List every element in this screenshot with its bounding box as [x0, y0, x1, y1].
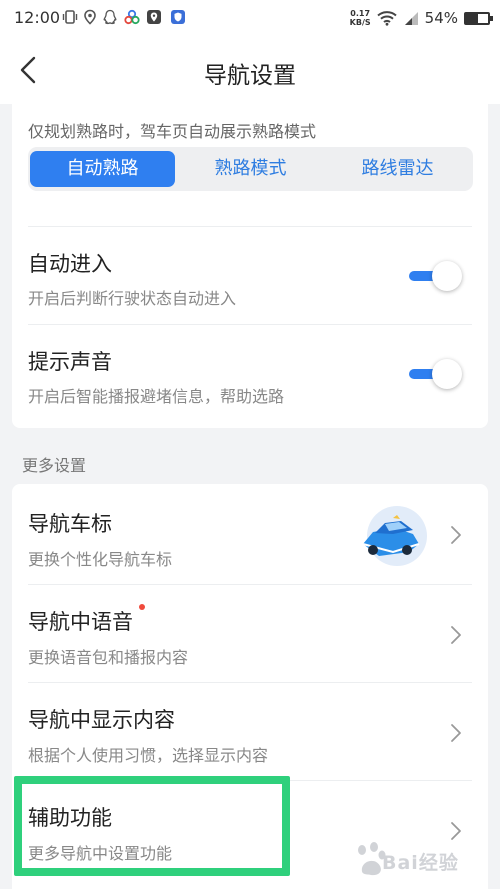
route-settings-card: 仅规划熟路时，驾车页自动展示熟路模式 自动熟路 熟路模式 路线雷达 自动进入 开… [12, 104, 488, 428]
route-mode-hint: 仅规划熟路时，驾车页自动展示熟路模式 [28, 122, 317, 141]
wifi-icon [376, 11, 397, 26]
divider [28, 682, 472, 683]
new-badge [139, 604, 145, 610]
row-subtitle: 更多导航中设置功能 [28, 844, 173, 863]
seg-familiar-mode[interactable]: 熟路模式 [178, 151, 323, 187]
cloud-icon [124, 9, 140, 25]
row-subtitle: 更换语音包和播报内容 [28, 648, 189, 667]
divider [28, 780, 472, 781]
watermark-text: Bai经验 [382, 852, 459, 874]
status-bar: 12:00 0.17 KB/S 54% [0, 0, 500, 36]
route-mode-selector: 自动熟路 熟路模式 路线雷达 [28, 147, 473, 191]
divider [28, 584, 472, 585]
toggle-knob [432, 261, 462, 291]
signal-icon [404, 12, 418, 25]
chevron-right-icon [451, 526, 461, 544]
section-label-more: 更多设置 [22, 456, 87, 475]
divider [28, 324, 472, 325]
chevron-right-icon [451, 626, 461, 644]
row-title: 辅助功能 [28, 806, 112, 830]
row-subtitle: 开启后判断行驶状态自动进入 [28, 289, 237, 308]
row-subtitle: 根据个人使用习惯，选择显示内容 [28, 746, 269, 765]
net-speed-unit: KB/S [349, 18, 371, 27]
seg-route-radar[interactable]: 路线雷达 [325, 151, 470, 187]
row-subtitle: 开启后智能播报避堵信息，帮助选路 [28, 387, 285, 406]
shield-icon [171, 10, 185, 24]
location-icon [84, 9, 96, 25]
row-title: 自动进入 [28, 252, 112, 276]
battery-level [466, 13, 478, 23]
chevron-right-icon [451, 724, 461, 742]
divider [28, 226, 472, 227]
row-subtitle: 更换个性化导航车标 [28, 550, 173, 569]
row-title: 导航中显示内容 [28, 708, 175, 732]
map-app-icon [147, 10, 161, 24]
status-time: 12:00 [14, 8, 61, 27]
prompt-sound-toggle[interactable] [407, 358, 465, 390]
qq-icon [103, 9, 117, 25]
blue-car-icon [362, 506, 427, 566]
app-header: 导航设置 [0, 36, 500, 104]
vibrate-icon [62, 10, 78, 24]
more-settings-card: 导航车标 更换个性化导航车标 导航中语音 更换语音包和播报内容 导航中显示内容 … [12, 484, 488, 889]
watermark: Bai经验 [352, 832, 484, 886]
net-speed-value: 0.17 [350, 9, 371, 18]
seg-auto-familiar[interactable]: 自动熟路 [30, 151, 175, 187]
net-speed: 0.17 KB/S [350, 9, 371, 27]
battery-icon [464, 11, 493, 25]
row-title: 提示声音 [28, 350, 112, 374]
battery-percent: 54% [424, 9, 458, 27]
row-title: 导航车标 [28, 512, 112, 536]
status-right: 0.17 KB/S 54% [350, 7, 493, 29]
toggle-knob [432, 359, 462, 389]
row-title: 导航中语音 [28, 610, 133, 634]
auto-enter-toggle[interactable] [407, 260, 465, 292]
page-title: 导航设置 [204, 63, 296, 89]
